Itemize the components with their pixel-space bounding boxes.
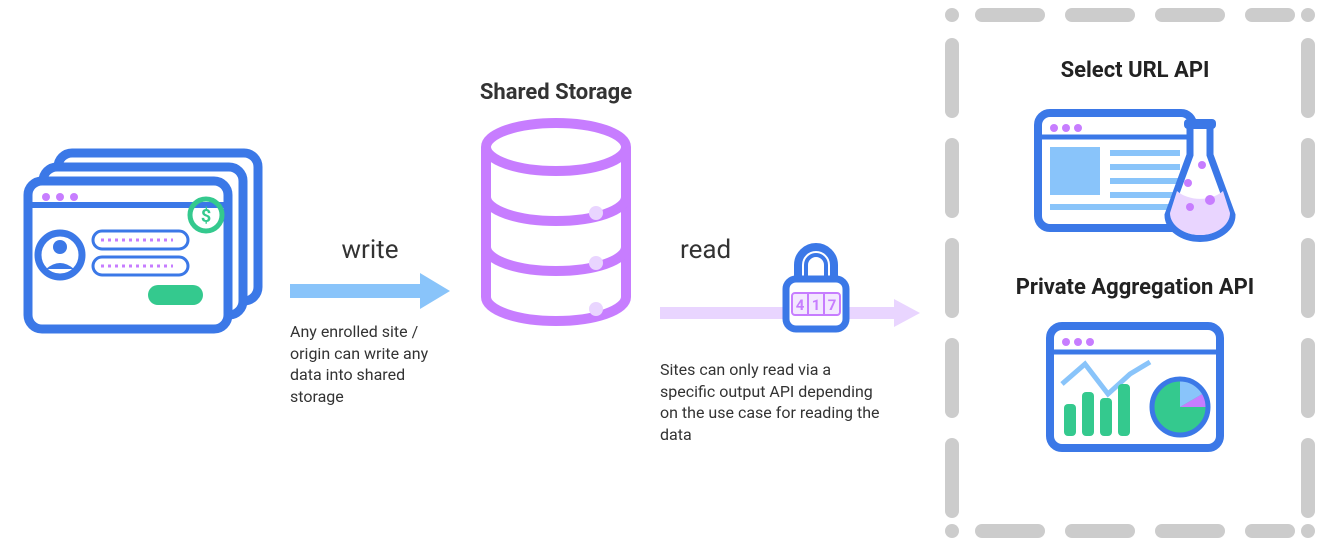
select-url-api: Select URL API [975, 58, 1295, 245]
write-description: Any enrolled site / origin can write any… [290, 321, 450, 407]
select-url-title: Select URL API [975, 58, 1295, 83]
database-icon [476, 117, 636, 327]
lock-digit-2: 1 [812, 296, 821, 314]
svg-text:$: $ [201, 206, 211, 227]
arrow-right-icon [290, 273, 450, 309]
output-apis-box: Select URL API [945, 8, 1315, 538]
private-agg-title: Private Aggregation API [975, 275, 1295, 300]
read-description: Sites can only read via a specific outpu… [660, 359, 880, 445]
browser-windows-icon: $ [18, 145, 273, 345]
shared-storage-diagram: $ write Any enrolled site / origin can w… [0, 0, 1333, 555]
lock-icon: 4 1 7 [780, 241, 852, 335]
shared-storage-node: Shared Storage [466, 80, 646, 327]
select-url-icon [1030, 95, 1240, 245]
lock-digit-3: 7 [828, 296, 837, 314]
lock-digit-1: 4 [796, 296, 805, 314]
analytics-icon [1030, 312, 1240, 462]
storage-title: Shared Storage [466, 80, 646, 105]
write-arrow: write Any enrolled site / origin can wri… [290, 235, 450, 407]
write-label: write [290, 235, 450, 265]
read-arrow: read 4 1 7 Sites can only read via [660, 235, 920, 445]
private-aggregation-api: Private Aggregation API [975, 275, 1295, 462]
